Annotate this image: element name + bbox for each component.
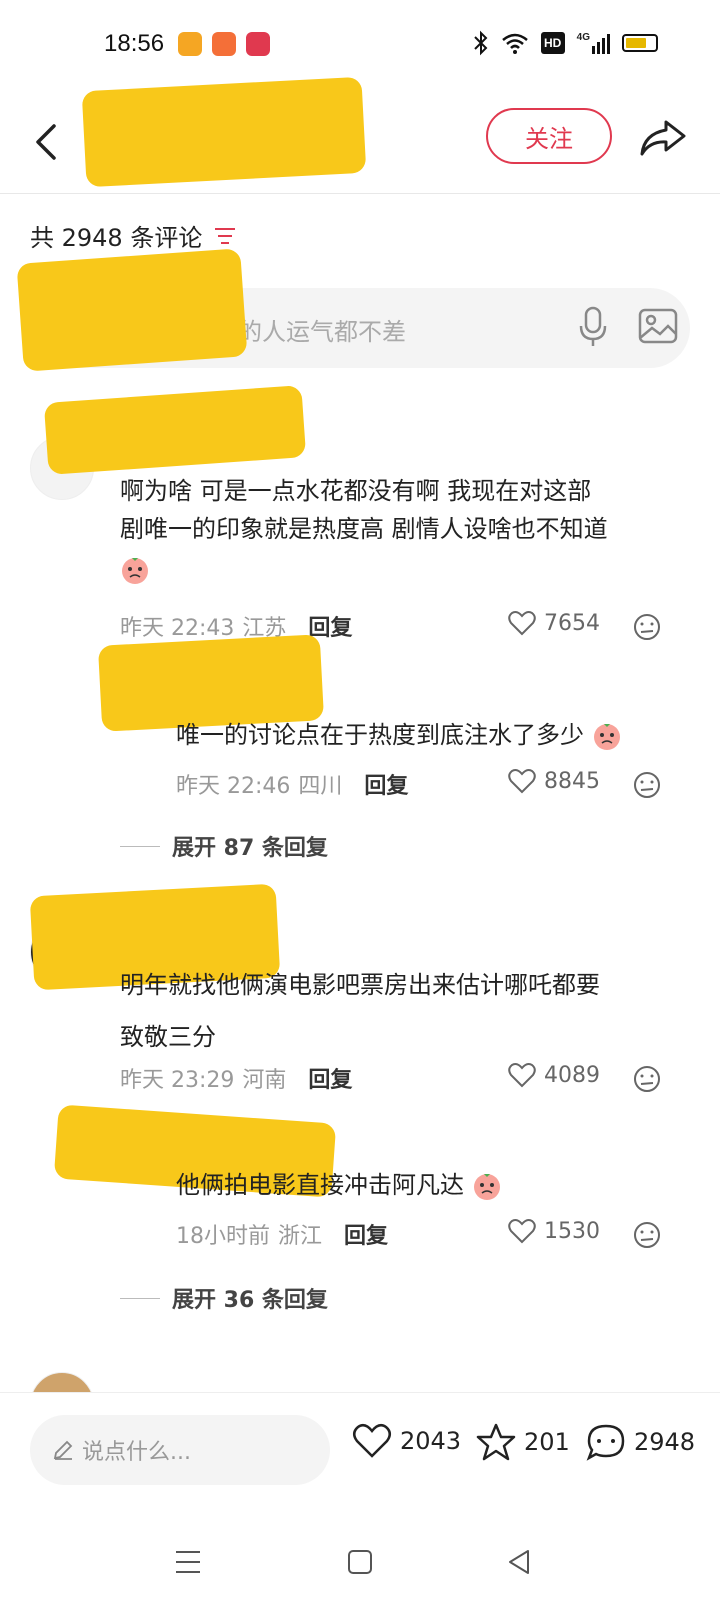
wifi-icon [501,33,528,54]
follow-button[interactable]: 关注 [486,108,612,164]
expand-replies-button[interactable]: 展开 87 条回复 [120,830,328,862]
reply-location: 浙江 [278,1224,323,1249]
sort-filter-icon[interactable] [214,227,236,245]
divider-line [120,1297,160,1299]
comment-text: 啊为啥 可是一点水花都没有啊 我现在对这部 剧唯一的印象就是热度高 剧情人设啥也… [120,472,690,586]
bluetooth-icon [473,30,488,56]
network-label: 4G [576,32,590,43]
redacted-avatar [16,248,248,372]
comment-count: 共 2948 条评论 [30,224,203,252]
system-nav-bar [0,1512,720,1612]
like-button[interactable]: 2043 [352,1423,461,1459]
reply-button[interactable]: 回复 [308,1062,352,1094]
share-icon[interactable] [638,114,688,162]
image-icon[interactable] [638,306,678,346]
comment-bubble-icon [586,1424,625,1461]
divider-line [120,845,160,847]
reply-text: 唯一的讨论点在于热度到底注水了多少 [176,721,584,749]
header: 关注 [0,76,720,194]
pencil-icon [53,1440,73,1460]
comment-count-row: 共 2948 条评论 [30,218,236,253]
dislike-icon[interactable] [632,1064,662,1094]
heart-icon [508,1063,536,1088]
comment-text-line: 明年就找他俩演电影吧票房出来估计哪吒都要 [120,971,600,999]
comment-location: 河南 [242,1068,287,1093]
app-notification-icon [178,32,202,56]
back-icon[interactable] [28,118,68,166]
reply-like-button[interactable]: 1530 [508,1218,600,1244]
4g-signal-icon: 4G [577,32,610,54]
crying-emoji-icon [473,1174,500,1200]
star-icon [476,1423,516,1461]
like-count: 7654 [544,610,600,636]
crying-emoji-icon [122,558,148,584]
app-notification-icon [246,32,270,56]
reply-location: 四川 [298,774,343,799]
bottom-action-bar: 说点什么... 2043 201 2948 [0,1392,720,1512]
heart-icon [508,1219,536,1244]
like-count: 8845 [544,768,600,794]
hd-icon: HD [540,32,565,54]
expand-replies-label: 展开 36 条回复 [172,1288,328,1313]
comment-time: 昨天 22:43 [120,616,235,641]
reply-time: 昨天 22:46 [176,774,291,799]
comment-text: 他俩拍电影直接冲击阿凡达 [176,1166,676,1204]
app-notification-icon [212,32,236,56]
dislike-icon[interactable] [632,612,662,642]
redacted-username [81,76,367,188]
comment-like-button[interactable]: 7654 [508,610,600,636]
comment-meta: 昨天 22:43 江苏 回复 [120,610,352,642]
comment-count: 2948 [634,1428,696,1456]
dislike-icon[interactable] [632,1220,662,1250]
comment-time: 昨天 23:29 [120,1068,235,1093]
comment-meta: 昨天 23:29 河南 回复 [120,1062,352,1094]
like-count: 1530 [544,1218,600,1244]
reply-time: 18小时前 [176,1224,270,1249]
comment-text-line: 啊为啥 可是一点水花都没有啊 我现在对这部 [120,477,592,505]
comment-text: 明年就找他俩演电影吧票房出来估计哪吒都要 致敬三分 [120,966,690,1056]
reply-button[interactable]: 回复 [364,768,408,800]
status-bar: 18:56 HD 4G [0,0,720,90]
battery-icon [622,34,658,52]
comment-text-line: 致敬三分 [120,1023,216,1051]
dislike-icon[interactable] [632,770,662,800]
say-something-placeholder: 说点什么... [82,1440,191,1465]
like-count: 4089 [544,1062,600,1088]
reply-button[interactable]: 回复 [344,1218,388,1250]
crying-emoji-icon [593,724,620,750]
heart-icon [508,611,536,636]
like-count: 2043 [400,1427,462,1455]
heart-icon [508,769,536,794]
comment-like-button[interactable]: 4089 [508,1062,600,1088]
expand-replies-label: 展开 87 条回复 [172,836,328,861]
back-nav-icon[interactable] [500,1542,540,1582]
home-icon[interactable] [340,1542,380,1582]
reply-meta: 18小时前 浙江 回复 [176,1218,388,1250]
redacted-username [43,385,307,475]
reply-text: 他俩拍电影直接冲击阿凡达 [176,1171,464,1199]
expand-replies-button[interactable]: 展开 36 条回复 [120,1282,328,1314]
favorite-count: 201 [524,1428,570,1456]
reply-like-button[interactable]: 8845 [508,768,600,794]
status-time: 18:56 [104,30,165,57]
favorite-button[interactable]: 201 [476,1423,570,1461]
say-something-input[interactable]: 说点什么... [30,1415,330,1485]
comment-button[interactable]: 2948 [586,1423,695,1461]
comment-text: 唯一的讨论点在于热度到底注水了多少 [176,716,676,754]
menu-icon[interactable] [168,1542,208,1582]
comment-text-line: 剧唯一的印象就是热度高 剧情人设啥也不知道 [120,515,608,543]
reply-meta: 昨天 22:46 四川 回复 [176,768,408,800]
microphone-icon[interactable] [578,306,608,348]
heart-icon [353,1423,391,1458]
